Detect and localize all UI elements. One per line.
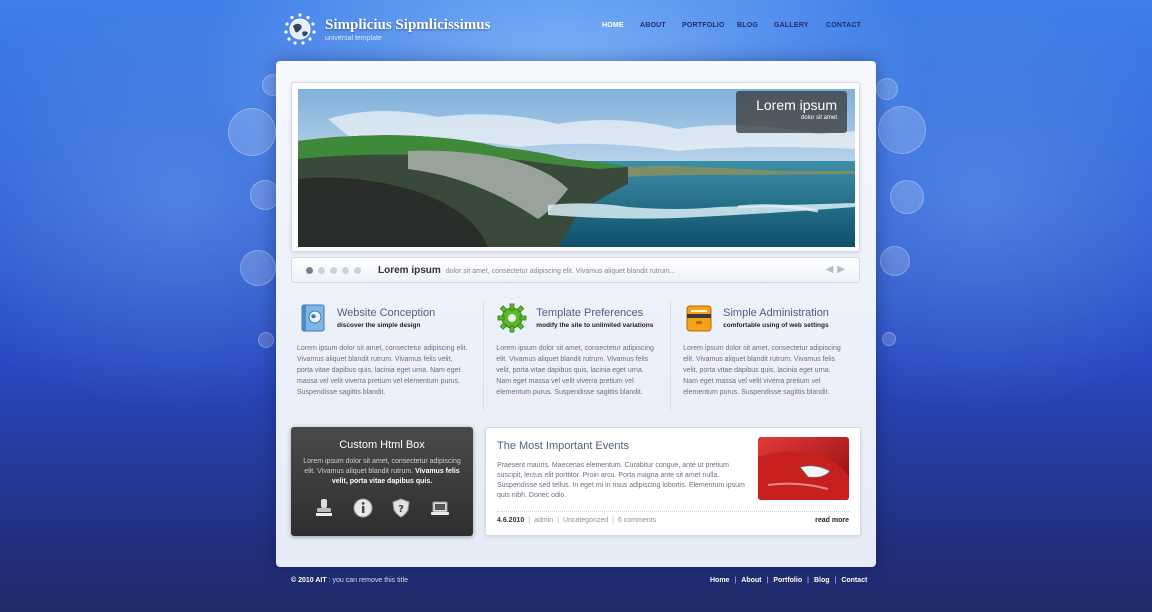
events-title: The Most Important Events — [497, 440, 630, 452]
background-bubble — [876, 78, 898, 100]
feature-simple-administration: Simple Administration comfortable using … — [670, 301, 857, 411]
slider-caption-title: Lorem ipsum — [756, 97, 837, 113]
site-subtitle: universal template — [325, 34, 382, 42]
toolbox-icon — [683, 302, 715, 334]
slider-arrows: ◀ ▶ — [822, 264, 845, 275]
slider-dot[interactable] — [306, 267, 313, 274]
nav-gallery[interactable]: GALLERY — [774, 22, 826, 29]
main-panel: Lorem ipsum dolor sit amet Lorem ipsum d… — [276, 61, 876, 567]
background-bubble — [228, 108, 276, 156]
background-bubble — [882, 332, 896, 346]
copyright-bold: © 2010 AIT — [291, 577, 327, 584]
events-meta: 4.6.2010 | admin | Uncategorized | 6 comments … — [497, 511, 849, 524]
events-text: Praesent mauris. Maecenas elementum. Cur… — [497, 462, 745, 499]
site-title: Simplicius Sipmlicissimus — [325, 16, 491, 33]
events-box: The Most Important Events Praesent mauri… — [485, 427, 861, 536]
ticker-body: dolor sit amet, consectetur adipiscing e… — [445, 268, 676, 275]
background-bubble — [890, 180, 924, 214]
footer-link-portfolio[interactable]: Portfolio — [773, 577, 802, 584]
slider-pagination — [306, 267, 366, 274]
shield-help-icon[interactable]: ? — [390, 497, 412, 519]
nav-contact[interactable]: CONTACT — [826, 22, 861, 29]
slider-caption-subtitle: dolor sit amet — [800, 115, 837, 121]
footer-copyright: © 2010 AIT : you can remove this title — [291, 577, 408, 584]
slider-dot[interactable] — [318, 267, 325, 274]
arrow-right-icon[interactable]: ▶ — [837, 264, 845, 275]
nav-about[interactable]: ABOUT — [640, 22, 682, 29]
site-logo[interactable]: Simplicius Sipmlicissimus universal temp… — [283, 12, 490, 46]
event-date: 4.6.2010 — [497, 517, 525, 524]
feature-subtitle: comfortable using of web settings — [723, 322, 829, 329]
main-nav: HOME ABOUT PORTFOLIO BLOG GALLERY CONTAC… — [602, 22, 861, 29]
image-slider[interactable]: Lorem ipsum dolor sit amet — [291, 82, 860, 252]
nav-blog[interactable]: BLOG — [737, 22, 774, 29]
gear-icon — [496, 302, 528, 334]
nav-portfolio[interactable]: PORTFOLIO — [682, 22, 737, 29]
feature-title: Template Preferences — [536, 307, 644, 319]
feature-body: Lorem ipsum dolor sit amet, consectetur … — [297, 345, 468, 396]
slider-caption: Lorem ipsum dolor sit amet — [736, 91, 847, 133]
stamp-icon[interactable] — [313, 497, 335, 519]
slider-ticker: Lorem ipsum dolor sit amet, consectetur … — [291, 257, 860, 283]
feature-subtitle: discover the simple design — [337, 322, 421, 329]
event-comments-link[interactable]: 6 comments — [618, 517, 656, 524]
slider-dot[interactable] — [354, 267, 361, 274]
red-car-photo[interactable] — [758, 437, 849, 500]
info-icon[interactable] — [352, 497, 374, 519]
feature-body: Lorem ipsum dolor sit amet, consectetur … — [496, 345, 654, 396]
custom-box-icons: ? — [313, 497, 451, 519]
footer-link-blog[interactable]: Blog — [814, 577, 830, 584]
slider-dot[interactable] — [330, 267, 337, 274]
feature-template-preferences: Template Preferences modify the site to … — [483, 301, 670, 411]
book-globe-icon — [297, 302, 329, 334]
arrow-left-icon[interactable]: ◀ — [826, 264, 834, 275]
nav-home[interactable]: HOME — [602, 22, 640, 29]
laptop-icon[interactable] — [429, 497, 451, 519]
feature-body: Lorem ipsum dolor sit amet, consectetur … — [683, 345, 841, 396]
copyright-text: : you can remove this title — [328, 577, 408, 584]
footer-nav: Home | About | Portfolio | Blog | Contact — [710, 577, 868, 584]
custom-box-text: Lorem ipsum dolor sit amet, consectetur … — [301, 457, 463, 487]
feature-subtitle: modify the site to unlimited variations — [536, 322, 654, 329]
background-bubble — [240, 250, 276, 286]
slider-dot[interactable] — [342, 267, 349, 274]
features-row: Website Conception discover the simple d… — [297, 301, 857, 411]
background-bubble — [878, 106, 926, 154]
feature-website-conception: Website Conception discover the simple d… — [297, 301, 483, 411]
ticker-title: Lorem ipsum — [378, 265, 441, 276]
globe-logo-icon — [283, 12, 317, 46]
read-more-link[interactable]: read more — [815, 517, 849, 524]
event-category-link[interactable]: Uncategorized — [563, 517, 608, 524]
background-bubble — [258, 332, 274, 348]
custom-html-box: Custom Html Box Lorem ipsum dolor sit am… — [291, 427, 473, 536]
svg-text:?: ? — [398, 504, 404, 515]
event-author-link[interactable]: admin — [534, 517, 553, 524]
footer-link-home[interactable]: Home — [710, 577, 729, 584]
background-bubble — [880, 246, 910, 276]
feature-title: Simple Administration — [723, 307, 829, 319]
footer-link-about[interactable]: About — [741, 577, 761, 584]
footer-link-contact[interactable]: Contact — [841, 577, 867, 584]
ticker-text: Lorem ipsum dolor sit amet, consectetur … — [378, 265, 676, 276]
custom-box-title: Custom Html Box — [339, 439, 425, 451]
feature-title: Website Conception — [337, 307, 436, 319]
